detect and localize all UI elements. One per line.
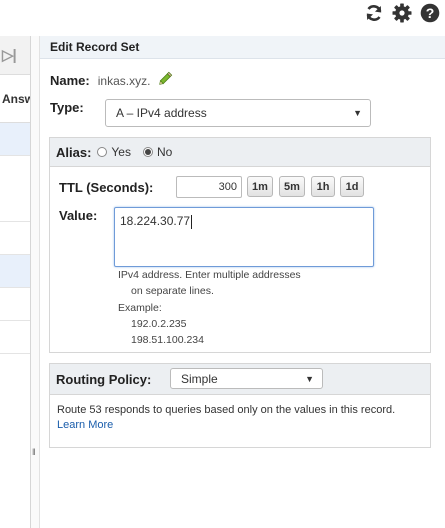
radio-selected-icon xyxy=(142,147,153,157)
panel-title: Edit Record Set xyxy=(40,36,445,59)
radio-icon xyxy=(97,147,108,157)
pencil-icon[interactable] xyxy=(158,70,174,91)
routing-description-text: Route 53 responds to queries based only … xyxy=(57,404,396,416)
list-row[interactable] xyxy=(0,288,30,321)
edit-record-panel: Edit Record Set Name: inkas.xyz. Type: A… xyxy=(40,36,445,528)
name-label: Name: xyxy=(50,73,90,88)
name-row: Name: inkas.xyz. xyxy=(50,70,174,91)
routing-label: Routing Policy: xyxy=(56,371,152,387)
last-page-icon[interactable]: ▷| xyxy=(0,36,30,75)
ttl-5m-button[interactable]: 5m xyxy=(279,176,305,197)
svg-text:?: ? xyxy=(426,5,435,21)
alias-yes-radio[interactable]: Yes xyxy=(97,145,131,159)
name-value: inkas.xyz. xyxy=(97,73,151,88)
list-row[interactable] xyxy=(0,123,30,156)
value-help-line2: on separate lines. xyxy=(131,285,214,297)
value-text: 18.224.30.77 xyxy=(120,214,191,228)
help-icon[interactable]: ? xyxy=(419,2,441,24)
type-select[interactable]: A – IPv4 address ▼ xyxy=(105,99,371,127)
ttl-1d-button[interactable]: 1d xyxy=(340,176,364,197)
settings-icon[interactable] xyxy=(391,2,413,24)
routing-select-value: Simple xyxy=(181,371,218,386)
example-1: 192.0.2.235 xyxy=(131,318,187,330)
last-page-glyph: ▷| xyxy=(2,47,17,64)
splitter-grip-icon[interactable]: ǁ xyxy=(32,447,36,457)
ttl-input[interactable]: 300 xyxy=(176,176,242,198)
list-row[interactable] xyxy=(0,321,30,354)
routing-policy-select[interactable]: Simple ▼ xyxy=(170,368,323,389)
text-caret xyxy=(191,214,193,229)
answer-column-label: Answ xyxy=(2,91,30,106)
ttl-1h-button[interactable]: 1h xyxy=(311,176,335,197)
value-help-line1: IPv4 address. Enter multiple addresses xyxy=(118,269,301,281)
example-2: 198.51.100.234 xyxy=(131,334,204,346)
type-select-value: A – IPv4 address xyxy=(116,106,207,120)
ttl-1m-button[interactable]: 1m xyxy=(247,176,273,197)
type-label: Type: xyxy=(50,100,84,115)
learn-more-link[interactable]: Learn More xyxy=(57,419,113,431)
alias-label: Alias: xyxy=(56,144,92,160)
record-list-pane: ▷| Answ xyxy=(0,36,31,528)
toolbar: ? xyxy=(363,0,441,26)
value-textarea[interactable]: 18.224.30.77 xyxy=(114,207,374,267)
list-row[interactable] xyxy=(0,255,30,288)
routing-description: Route 53 responds to queries based only … xyxy=(49,400,431,436)
chevron-down-icon: ▼ xyxy=(353,108,362,118)
alias-row: Alias: Yes No xyxy=(50,138,430,167)
list-row[interactable] xyxy=(0,222,30,255)
alias-no-radio[interactable]: No xyxy=(142,145,173,159)
list-row[interactable] xyxy=(0,156,30,222)
chevron-down-icon: ▼ xyxy=(305,373,314,384)
value-label: Value: xyxy=(59,208,98,223)
alias-no-label: No xyxy=(156,145,173,159)
example-label: Example: xyxy=(118,302,162,314)
answer-column-header[interactable]: Answ xyxy=(0,75,30,123)
type-row: Type: xyxy=(50,100,84,115)
ttl-label: TTL (Seconds): xyxy=(59,180,154,195)
refresh-icon[interactable] xyxy=(363,2,385,24)
pane-splitter[interactable]: ǁ xyxy=(31,36,40,528)
alias-yes-label: Yes xyxy=(111,145,131,159)
